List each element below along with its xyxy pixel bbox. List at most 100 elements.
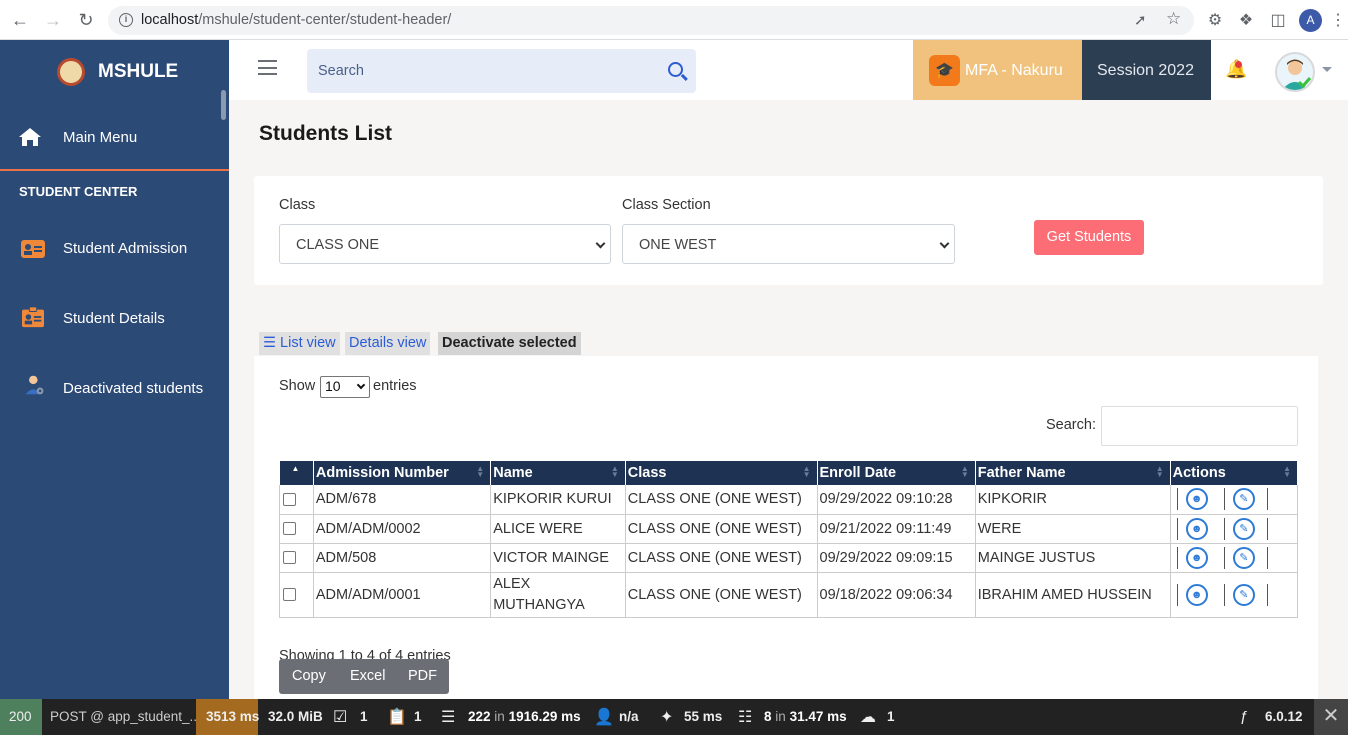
forms-count[interactable]: 1 [360,709,368,724]
forward-arrow-icon[interactable]: → [42,9,64,31]
tab-list-view[interactable]: ☰ List view [259,332,340,355]
tab-label: List view [280,335,336,351]
deactivate-selected-button[interactable]: Deactivate selected [438,332,581,355]
sort-icon: ▲ ▼ [610,464,619,479]
column-header-class[interactable]: Class ▲ ▼ [625,461,818,485]
father-name-cell: KIPKORIR [975,485,1171,515]
pdf-button[interactable]: PDF [408,668,437,684]
profile-avatar[interactable]: A [1299,9,1322,32]
page-length-select[interactable]: 10 [320,376,370,398]
get-students-button[interactable]: Get Students [1034,220,1144,255]
sidepanel-icon[interactable]: ◫ [1268,10,1288,30]
top-bar: Search 🎓 MFA - Nakuru Session 2022 🔔 [229,40,1348,100]
edit-pencil-icon[interactable]: ✎ [1232,546,1255,569]
extension-icon[interactable]: ⚙ [1205,10,1225,30]
tab-details-view[interactable]: Details view [345,332,431,355]
column-header-label: Class [627,465,667,481]
column-header-admission[interactable]: Admission Number ▲ ▼ [313,461,492,485]
row-checkbox[interactable] [283,551,296,565]
http-count[interactable]: 1 [887,709,895,724]
row-checkbox-cell [279,514,314,544]
share-icon[interactable]: ➚ [1134,11,1147,29]
column-header-label: Enroll Date [819,465,897,481]
column-header-name[interactable]: Name ▲ ▼ [490,461,626,485]
sidebar-item-label: Student Details [63,310,165,327]
events-time[interactable]: 55 ms [684,709,722,724]
row-checkbox[interactable] [283,588,296,602]
bookmark-star-icon[interactable]: ☆ [1166,9,1181,29]
actions-cell: ☻ ✎ [1170,543,1299,573]
chevron-down-icon[interactable] [1322,67,1332,72]
brand-logo [57,58,85,86]
search-input[interactable]: Search [307,49,696,93]
sidebar-item-main-menu[interactable]: Main Menu [0,115,229,171]
column-header-select[interactable]: ▲ [279,461,314,485]
queries-stats[interactable]: 8 in 31.47 ms [764,709,847,724]
section-select[interactable]: ONE WEST [622,224,955,264]
class-cell: CLASS ONE (ONE WEST) [625,543,818,573]
database-icon: ☷ [738,709,753,726]
chevron-down-icon [939,238,950,249]
row-checkbox[interactable] [283,522,296,536]
search-icon[interactable] [668,62,683,77]
site-info-icon[interactable]: i [119,13,133,27]
student-profile-icon[interactable]: ☻ [1185,488,1208,511]
time-value: 3513 ms [206,709,260,724]
separator [1176,583,1178,606]
class-select[interactable]: CLASS ONE [279,224,611,264]
class-select-value: CLASS ONE [296,237,379,253]
separator [1176,517,1178,540]
status-badge[interactable]: 200 [0,699,42,735]
back-arrow-icon[interactable]: ← [9,9,31,31]
row-checkbox[interactable] [283,492,296,506]
column-header-father-name[interactable]: Father Name ▲ ▼ [975,461,1171,485]
table-header-row: ▲ Admission Number ▲ ▼ Name ▲ ▼ Class ▲ ▼ Enro… [279,461,1299,485]
separator [1176,546,1178,569]
edit-pencil-icon[interactable]: ✎ [1232,488,1255,511]
edit-pencil-icon[interactable]: ✎ [1232,583,1255,606]
user-value[interactable]: n/a [619,709,639,724]
student-profile-icon[interactable]: ☻ [1185,517,1208,540]
student-profile-icon[interactable]: ☻ [1185,583,1208,606]
enroll-date-cell: 09/29/2022 09:09:15 [817,543,976,573]
school-selector[interactable]: 🎓 MFA - Nakuru [913,40,1082,100]
column-header-enroll-date[interactable]: Enroll Date ▲ ▼ [817,461,976,485]
user-icon: 👤 [594,709,614,726]
route-label[interactable]: POST @ app_student_... [50,709,201,724]
separator [1266,517,1268,540]
hamburger-menu-icon[interactable] [258,60,277,75]
user-avatar[interactable] [1275,52,1315,92]
symfony-version[interactable]: 6.0.12 [1265,709,1303,724]
table-search-input[interactable] [1101,406,1298,446]
close-toolbar-icon[interactable]: ✕ [1314,699,1348,735]
menu-dots-icon[interactable]: ⋮ [1328,10,1348,30]
name-cell: VICTOR MAINGE [490,543,626,573]
address-bar[interactable]: i localhost/mshule/student-center/studen… [108,6,1194,35]
session-selector[interactable]: Session 2022 [1082,40,1211,100]
sidebar-item-student-details[interactable]: Student Details [0,290,221,346]
edit-pencil-icon[interactable]: ✎ [1232,517,1255,540]
puzzle-icon[interactable]: ❖ [1236,10,1256,30]
reload-icon[interactable]: ↻ [75,9,97,31]
excel-button[interactable]: Excel [350,668,385,684]
memory-value[interactable]: 32.0 MiB [268,709,323,724]
separator [1223,583,1225,606]
time-badge[interactable]: 3513 ms [196,699,260,735]
column-header-actions[interactable]: Actions ▲ ▼ [1170,461,1299,485]
sidebar-item-deactivated-students[interactable]: Deactivated students [0,360,221,416]
sidebar-item-label: Student Admission [63,240,188,257]
students-table: ▲ Admission Number ▲ ▼ Name ▲ ▼ Class ▲ ▼ Enro… [279,461,1299,618]
cache-stats[interactable]: 222 in 1916.29 ms [468,709,581,724]
student-profile-icon[interactable]: ☻ [1185,546,1208,569]
main-content: Students List Class CLASS ONE Class Sect… [229,100,1348,699]
logs-count[interactable]: 1 [414,709,422,724]
sort-icon: ▲ ▼ [1283,464,1291,479]
symfony-logo-icon: ƒ [1240,708,1249,725]
sidebar-item-student-admission[interactable]: Student Admission [0,220,221,276]
class-label: Class [279,197,316,213]
father-name-cell: IBRAHIM AMED HUSSEIN [975,572,1171,618]
separator [1223,546,1225,569]
admission-cell: ADM/ADM/0002 [313,514,492,544]
class-cell: CLASS ONE (ONE WEST) [625,572,818,618]
copy-button[interactable]: Copy [292,668,326,684]
